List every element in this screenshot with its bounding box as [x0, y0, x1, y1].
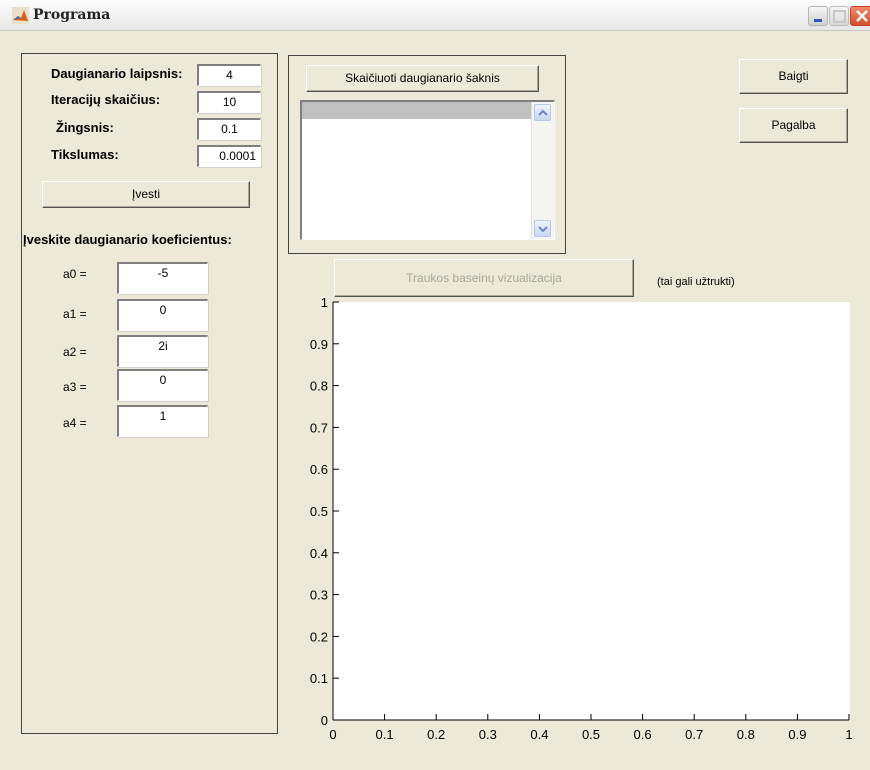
x-tick-label: 0	[329, 727, 336, 742]
x-tick-label: 0.5	[582, 727, 600, 742]
y-tick-label: 0.1	[310, 671, 328, 686]
y-tick-label: 1	[321, 295, 328, 310]
x-tick-label: 0.9	[788, 727, 806, 742]
x-tick-label: 0.7	[685, 727, 703, 742]
x-tick-label: 0.8	[737, 727, 755, 742]
y-tick-label: 0.3	[310, 588, 328, 603]
x-tick-label: 0.4	[530, 727, 548, 742]
axes-chart: 0 0.1 0.2 0.3 0.4 0.5 0.6 0.7 0.8 0.9 1 0 0.1 0.2 0.3 0…	[310, 295, 853, 742]
y-tick-label: 0	[321, 713, 328, 728]
y-tick-label: 0.7	[310, 420, 328, 435]
y-tick-label: 0.2	[310, 629, 328, 644]
y-tick-label: 0.5	[310, 504, 328, 519]
x-tick-label: 0.1	[376, 727, 394, 742]
y-tick-label: 0.6	[310, 462, 328, 477]
x-tick-label: 0.2	[427, 727, 445, 742]
x-tick-label: 0.3	[479, 727, 497, 742]
y-tick-label: 0.8	[310, 379, 328, 394]
x-tick-label: 0.6	[634, 727, 652, 742]
y-tick-label: 0.4	[310, 546, 328, 561]
y-tick-label: 0.9	[310, 337, 328, 352]
x-tick-label: 1	[845, 727, 852, 742]
